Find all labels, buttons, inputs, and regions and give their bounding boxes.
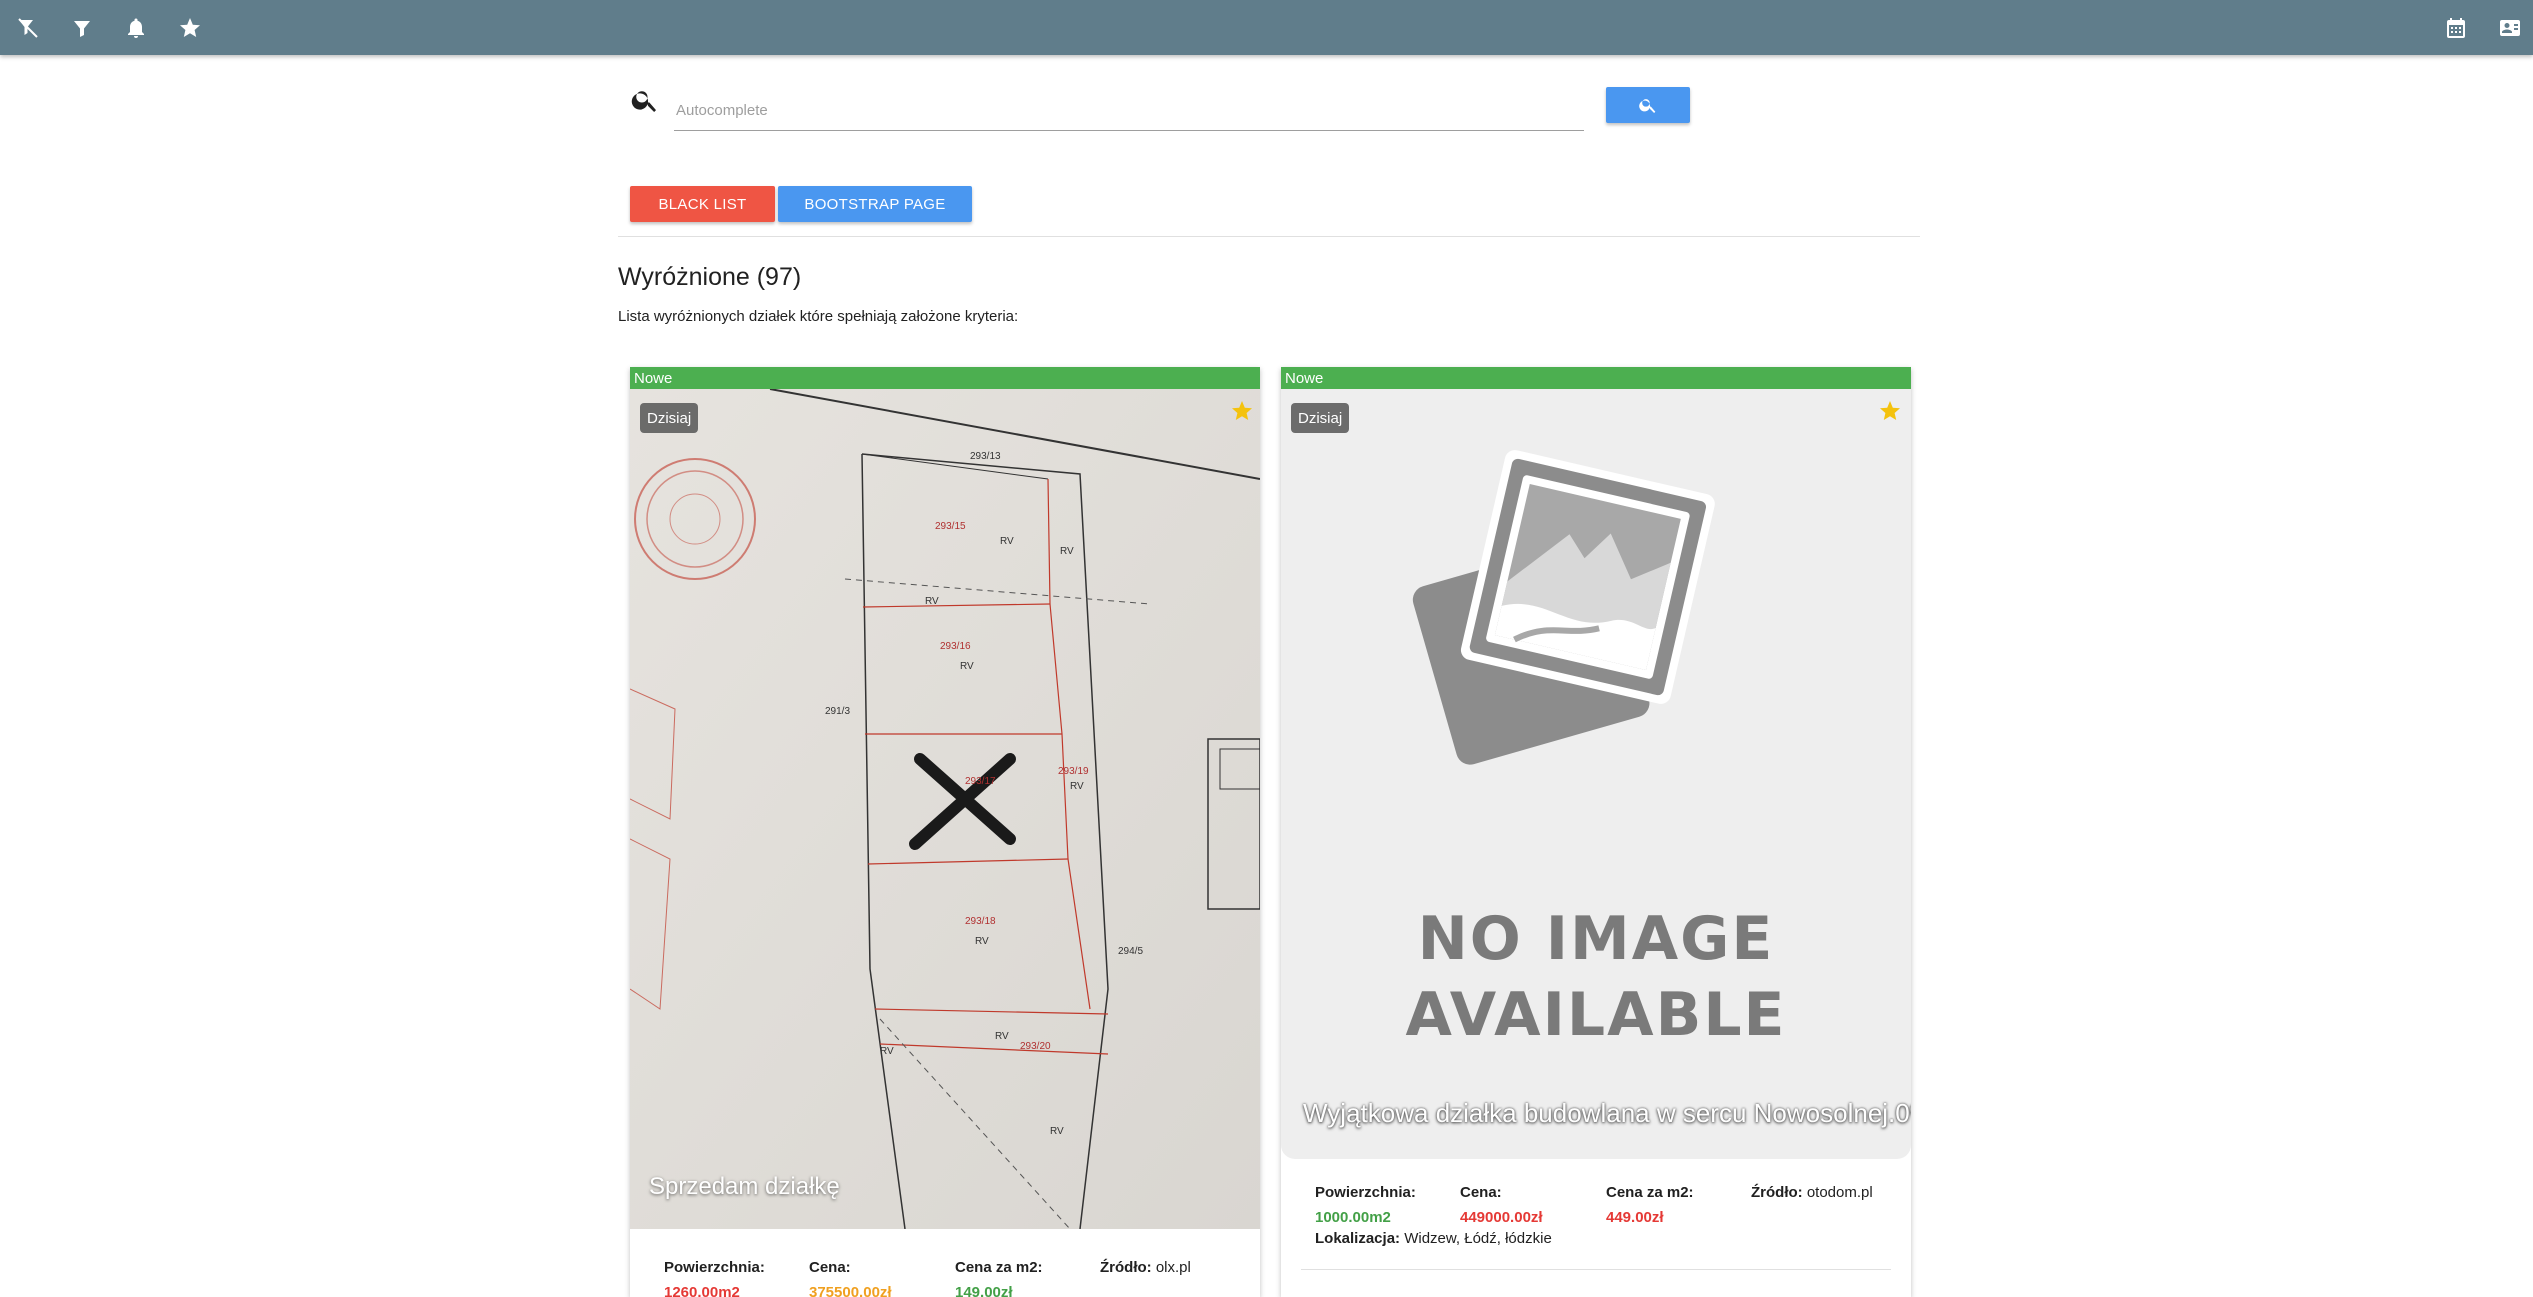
svg-text:RV: RV [880,1046,894,1057]
contact-card-icon[interactable] [2496,14,2524,42]
bootstrap-page-button[interactable]: BOOTSTRAP PAGE [778,186,972,222]
svg-text:293/17: 293/17 [965,776,996,787]
filter-icon[interactable] [68,14,96,42]
source-label: Źródło: [1100,1259,1152,1276]
svg-text:293/18: 293/18 [965,916,996,927]
app-bar [0,0,2533,55]
black-list-button[interactable]: BLACK LIST [630,186,775,222]
map-sketch-image: 293/15 293/16 293/17 293/19 293/18 293/2… [630,389,1260,1229]
calendar-icon[interactable] [2442,14,2470,42]
price-m2-value: 449.00zł [1606,1209,1664,1226]
search-button[interactable] [1606,87,1690,123]
location-value: Widzew, Łódź, łódzkie [1404,1230,1552,1247]
main-page: BLACK LIST BOOTSTRAP PAGE Wyróżnione (97… [0,55,2533,1297]
price-value: 375500.00zł [809,1284,892,1297]
svg-text:293/15: 293/15 [935,521,966,532]
source-value: olx.pl [1155,1259,1191,1276]
section-subtitle: Lista wyróżnionych działek które spełnia… [618,308,1019,325]
favorite-star-icon[interactable] [1878,399,1904,425]
svg-text:RV: RV [995,1031,1009,1042]
search-icon [630,85,660,115]
svg-text:RV: RV [960,661,974,672]
search-bar [628,71,1690,131]
source-value: otodom.pl [1806,1184,1873,1201]
svg-text:293/20: 293/20 [1020,1041,1051,1052]
svg-text:293/16: 293/16 [940,641,971,652]
action-buttons: BLACK LIST BOOTSTRAP PAGE [630,186,972,222]
location-label: Lokalizacja: [1315,1230,1401,1247]
favorite-star-icon[interactable] [1230,399,1256,425]
svg-text:RV: RV [975,936,989,947]
status-banner: Nowe [630,367,1260,389]
no-image-text: NO IMAGE AVAILABLE [1281,901,1911,1053]
listing-title[interactable]: Wyjątkowa działka budowlana w sercu Nowo… [1303,1098,1911,1129]
area-value: 1000.00m2 [1315,1209,1391,1226]
status-banner: Nowe [1281,367,1911,389]
bell-icon[interactable] [122,14,150,42]
no-image-line-1: NO IMAGE [1417,904,1775,974]
listing-image[interactable]: 293/15 293/16 293/17 293/19 293/18 293/2… [630,389,1260,1229]
section-title: Wyróżnione (97) [618,263,802,291]
filter-off-icon[interactable] [14,14,42,42]
area-label: Powierzchnia: [664,1259,765,1276]
listing-card[interactable]: Nowe 293/15 293/16 293/17 293/19 293/18 … [630,367,1260,1297]
svg-text:RV: RV [1060,546,1074,557]
area-label: Powierzchnia: [1315,1184,1416,1201]
svg-text:RV: RV [1050,1126,1064,1137]
price-m2-value: 149.00zł [955,1284,1013,1297]
price-m2-label: Cena za m2: [955,1259,1043,1276]
svg-text:RV: RV [1000,536,1014,547]
svg-text:RV: RV [1070,781,1084,792]
search-input[interactable] [674,91,1584,131]
date-badge: Dzisiaj [1291,403,1350,433]
divider [618,236,1920,237]
listing-details: Powierzchnia: 1000.00m2 Cena: 449000.00z… [1315,1184,1895,1247]
svg-text:294/5: 294/5 [1118,946,1143,957]
listing-details: Powierzchnia: 1260.00m2 Cena: 375500.00z… [664,1259,1244,1297]
svg-text:293/13: 293/13 [970,451,1001,462]
no-image-line-2: AVAILABLE [1405,980,1787,1050]
card-divider [1301,1269,1891,1270]
area-value: 1260.00m2 [664,1284,740,1297]
listing-image[interactable]: NO IMAGE AVAILABLE Dzisiaj Wyjątkowa dzi… [1281,389,1911,1159]
price-label: Cena: [809,1259,851,1276]
date-badge: Dzisiaj [640,403,699,433]
star-icon[interactable] [176,14,204,42]
svg-text:293/19: 293/19 [1058,766,1089,777]
search-icon [1639,99,1656,113]
price-label: Cena: [1460,1184,1502,1201]
price-value: 449000.00zł [1460,1209,1543,1226]
listing-card[interactable]: Nowe NO IMAGE AVAILABLE Dzisiaj Wyjątkow… [1281,367,1911,1297]
listing-title[interactable]: Sprzedam działkę [649,1173,840,1201]
source-label: Źródło: [1751,1184,1803,1201]
svg-text:291/3: 291/3 [825,706,850,717]
price-m2-label: Cena za m2: [1606,1184,1694,1201]
location-row: Lokalizacja: Widzew, Łódź, łódzkie [1315,1230,1895,1247]
svg-text:RV: RV [925,596,939,607]
